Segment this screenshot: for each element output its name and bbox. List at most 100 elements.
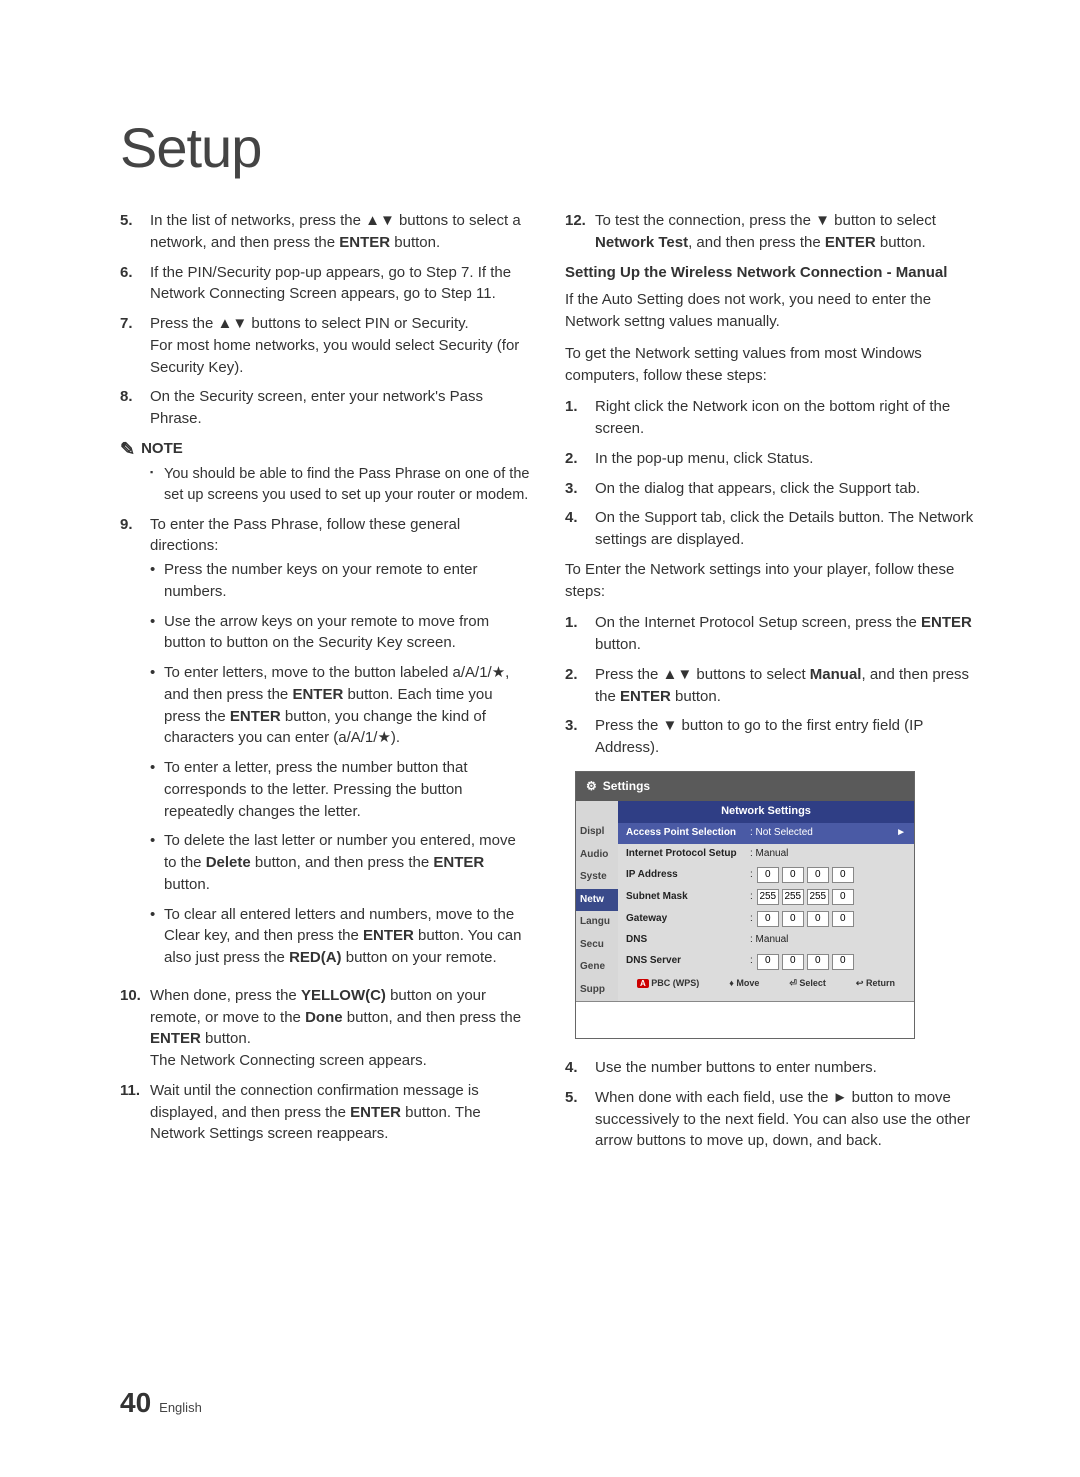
ip-octet[interactable]: 0 bbox=[782, 954, 804, 970]
text: When done, press the bbox=[150, 987, 301, 1004]
bullet-icon: • bbox=[150, 830, 164, 895]
step-body: Press the ▲▼ buttons to select Manual, a… bbox=[595, 664, 975, 708]
text: button. bbox=[390, 234, 440, 251]
ip-octet[interactable]: 255 bbox=[782, 889, 804, 905]
panel-footer: A PBC (WPS) ♦ Move ⏎ Select ↩ Return bbox=[618, 973, 914, 992]
note-label: NOTE bbox=[141, 438, 183, 460]
ip-octet[interactable]: 0 bbox=[757, 954, 779, 970]
step-body: In the pop-up menu, click Status. bbox=[595, 448, 975, 470]
step-body: When done with each field, use the ► but… bbox=[595, 1087, 975, 1152]
row-value: : Manual bbox=[750, 847, 906, 862]
row-label: DNS bbox=[626, 933, 746, 948]
note-icon: ✎ bbox=[120, 440, 135, 458]
ip-address-row[interactable]: IP Address : 0 0 0 0 bbox=[618, 864, 914, 886]
chevron-right-icon: ► bbox=[896, 826, 906, 841]
yellow-c-label: YELLOW(C) bbox=[301, 987, 386, 1004]
ip-octet[interactable]: 0 bbox=[832, 954, 854, 970]
access-point-row[interactable]: Access Point Selection : Not Selected ► bbox=[618, 823, 914, 844]
ip-octet[interactable]: 0 bbox=[832, 867, 854, 883]
move-label: Move bbox=[736, 978, 759, 988]
page-title: Setup bbox=[120, 115, 975, 180]
red-a-button-icon: A bbox=[637, 979, 649, 988]
step-number: 2. bbox=[565, 448, 595, 470]
ip-octet[interactable]: 0 bbox=[782, 911, 804, 927]
step-number: 2. bbox=[565, 664, 595, 708]
ip-octet[interactable]: 0 bbox=[782, 867, 804, 883]
text: button. bbox=[595, 636, 641, 653]
sidebar-item[interactable]: Gene bbox=[576, 956, 618, 979]
text: On the Internet Protocol Setup screen, p… bbox=[595, 614, 921, 631]
ip-octet[interactable]: 0 bbox=[807, 954, 829, 970]
dns-row[interactable]: DNS : Manual bbox=[618, 930, 914, 951]
ip-octet[interactable]: 0 bbox=[832, 911, 854, 927]
panel-title: Network Settings bbox=[618, 801, 914, 823]
sidebar-item[interactable]: Secu bbox=[576, 934, 618, 957]
bullet-icon: • bbox=[150, 662, 164, 749]
left-column: 5. In the list of networks, press the ▲▼… bbox=[120, 210, 530, 1160]
row-label: Subnet Mask bbox=[626, 890, 746, 905]
page-footer: 40 English bbox=[120, 1387, 202, 1419]
bullet-icon: ▪ bbox=[150, 464, 164, 506]
text: To enter a letter, press the number butt… bbox=[164, 757, 530, 822]
ip-octet[interactable]: 0 bbox=[807, 867, 829, 883]
gear-icon: ⚙ bbox=[586, 778, 597, 795]
step-number: 5. bbox=[120, 210, 150, 254]
ip-octet[interactable]: 255 bbox=[807, 889, 829, 905]
ip-octet[interactable]: 0 bbox=[757, 867, 779, 883]
ip-octet[interactable]: 0 bbox=[807, 911, 829, 927]
sidebar-item[interactable]: Displ bbox=[576, 821, 618, 844]
row-value: : Manual bbox=[750, 933, 906, 948]
step-body: In the list of networks, press the ▲▼ bu… bbox=[150, 210, 530, 254]
text: To delete the last letter or number you … bbox=[164, 830, 530, 895]
row-label: IP Address bbox=[626, 868, 746, 883]
gateway-row[interactable]: Gateway : 0 0 0 0 bbox=[618, 908, 914, 930]
enter-label: ENTER bbox=[292, 686, 343, 703]
text: To test the connection, press the ▼ butt… bbox=[595, 212, 936, 229]
text: button. bbox=[201, 1030, 251, 1047]
sidebar-item[interactable]: Syste bbox=[576, 866, 618, 889]
step-body: Right click the Network icon on the bott… bbox=[595, 396, 975, 440]
text: button, and then press the bbox=[251, 854, 434, 871]
step-number: 3. bbox=[565, 715, 595, 759]
note-heading: ✎ NOTE bbox=[120, 438, 530, 460]
step-number: 3. bbox=[565, 478, 595, 500]
row-label: Internet Protocol Setup bbox=[626, 847, 746, 862]
ip-octet[interactable]: 0 bbox=[757, 911, 779, 927]
text: For most home networks, you would select… bbox=[150, 335, 530, 379]
ip-octet[interactable]: 0 bbox=[832, 889, 854, 905]
step-number: 11. bbox=[120, 1080, 150, 1145]
sidebar-item[interactable]: Langu bbox=[576, 911, 618, 934]
step-number: 1. bbox=[565, 396, 595, 440]
dns-server-row[interactable]: DNS Server : 0 0 0 0 bbox=[618, 951, 914, 973]
settings-panel: Network Settings Access Point Selection … bbox=[618, 801, 914, 1001]
step-number: 9. bbox=[120, 514, 150, 977]
text: button, and then press the bbox=[343, 1009, 521, 1026]
step-body: When done, press the YELLOW(C) button on… bbox=[150, 985, 530, 1072]
subsection-heading: Setting Up the Wireless Network Connecti… bbox=[565, 262, 975, 284]
note-text: You should be able to find the Pass Phra… bbox=[164, 464, 530, 506]
sidebar-item[interactable]: Supp bbox=[576, 979, 618, 1002]
text: To enter the Pass Phrase, follow these g… bbox=[150, 514, 530, 558]
ip-octet[interactable]: 255 bbox=[757, 889, 779, 905]
step-body: Press the ▼ button to go to the first en… bbox=[595, 715, 975, 759]
sidebar-item-selected[interactable]: Netw bbox=[576, 889, 618, 912]
paragraph: To Enter the Network settings into your … bbox=[565, 559, 975, 603]
text: Use the arrow keys on your remote to mov… bbox=[164, 611, 530, 655]
text: button. bbox=[671, 688, 721, 705]
internet-protocol-row[interactable]: Internet Protocol Setup : Manual bbox=[618, 844, 914, 865]
enter-label: ENTER bbox=[433, 854, 484, 871]
right-column: 12. To test the connection, press the ▼ … bbox=[565, 210, 975, 1160]
sidebar-item[interactable]: Audio bbox=[576, 844, 618, 867]
enter-label: ENTER bbox=[921, 614, 972, 631]
page-language: English bbox=[159, 1400, 202, 1415]
step-body: If the PIN/Security pop-up appears, go t… bbox=[150, 262, 530, 306]
subnet-mask-row[interactable]: Subnet Mask : 255 255 255 0 bbox=[618, 886, 914, 908]
bullet-icon: • bbox=[150, 757, 164, 822]
return-icon: ↩ bbox=[856, 978, 864, 988]
row-value: : Not Selected bbox=[750, 826, 892, 841]
step-number: 1. bbox=[565, 612, 595, 656]
bullet-icon: • bbox=[150, 559, 164, 603]
select-label: Select bbox=[799, 978, 826, 988]
step-body: To test the connection, press the ▼ butt… bbox=[595, 210, 975, 254]
pbc-label: PBC (WPS) bbox=[651, 978, 699, 988]
